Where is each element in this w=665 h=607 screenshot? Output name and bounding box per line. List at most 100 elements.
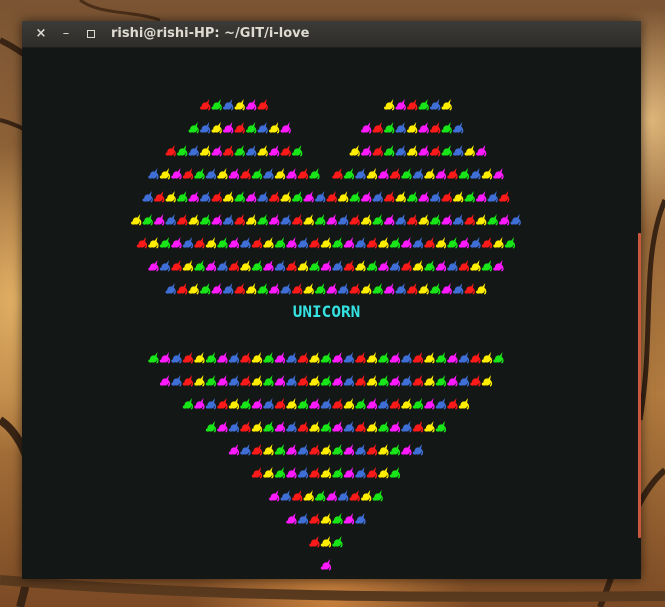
unicorn-glyph bbox=[407, 214, 418, 226]
unicorn-glyph bbox=[240, 260, 251, 272]
unicorn-glyph bbox=[159, 352, 171, 364]
close-icon[interactable]: × bbox=[33, 26, 49, 42]
unicorn-glyph bbox=[435, 398, 447, 410]
unicorn-glyph bbox=[361, 122, 372, 134]
unicorn-glyph bbox=[395, 122, 406, 134]
unicorn-glyph bbox=[378, 444, 389, 456]
unicorn-glyph bbox=[343, 444, 355, 456]
unicorn-glyph bbox=[165, 283, 176, 295]
unicorn-glyph bbox=[142, 191, 153, 203]
unicorn-glyph bbox=[447, 168, 458, 180]
unicorn-glyph bbox=[286, 513, 297, 525]
unicorn-glyph bbox=[372, 145, 383, 157]
unicorn-glyph bbox=[165, 214, 176, 226]
unicorn-glyph bbox=[246, 283, 257, 295]
unicorn-glyph bbox=[424, 421, 435, 433]
unicorn-glyph bbox=[303, 490, 314, 502]
unicorn-glyph bbox=[303, 283, 314, 295]
unicorn-glyph bbox=[361, 191, 372, 203]
unicorn-glyph bbox=[361, 214, 372, 226]
unicorn-glyph bbox=[240, 398, 251, 410]
unicorn-glyph bbox=[200, 145, 211, 157]
unicorn-glyph bbox=[493, 352, 504, 364]
unicorn-glyph bbox=[251, 467, 263, 479]
unicorn-glyph bbox=[292, 490, 303, 502]
unicorn-glyph bbox=[205, 260, 217, 272]
unicorn-glyph bbox=[320, 398, 332, 410]
unicorn-glyph bbox=[401, 237, 412, 249]
unicorn-glyph bbox=[251, 352, 263, 364]
unicorn-glyph bbox=[148, 352, 159, 364]
unicorn-glyph bbox=[320, 536, 332, 548]
unicorn-glyph bbox=[430, 283, 441, 295]
unicorn-glyph bbox=[355, 260, 366, 272]
unicorn-glyph bbox=[303, 214, 314, 226]
unicorn-glyph bbox=[372, 191, 383, 203]
unicorn-glyph bbox=[257, 283, 268, 295]
unicorn-glyph bbox=[297, 260, 309, 272]
center-word: UNICORN bbox=[292, 302, 361, 321]
unicorn-glyph bbox=[251, 168, 263, 180]
unicorn-glyph bbox=[384, 122, 395, 134]
unicorn-glyph bbox=[240, 421, 251, 433]
unicorn-glyph bbox=[326, 490, 337, 502]
unicorn-glyph bbox=[286, 352, 297, 364]
unicorn-glyph bbox=[269, 191, 280, 203]
scrollbar-track[interactable] bbox=[637, 48, 641, 579]
unicorn-glyph bbox=[372, 214, 383, 226]
unicorn-glyph bbox=[424, 398, 435, 410]
unicorn-glyph bbox=[476, 214, 487, 226]
unicorn-glyph bbox=[159, 260, 171, 272]
unicorn-glyph bbox=[200, 99, 211, 111]
unicorn-glyph bbox=[389, 168, 401, 180]
unicorn-glyph bbox=[320, 559, 332, 571]
unicorn-glyph bbox=[378, 375, 389, 387]
unicorn-glyph bbox=[223, 214, 234, 226]
unicorn-glyph bbox=[458, 398, 470, 410]
unicorn-glyph bbox=[280, 283, 291, 295]
unicorn-glyph bbox=[286, 375, 297, 387]
unicorn-glyph bbox=[378, 467, 389, 479]
unicorn-glyph bbox=[389, 421, 401, 433]
unicorn-glyph bbox=[309, 375, 320, 387]
unicorn-glyph bbox=[470, 375, 481, 387]
unicorn-glyph bbox=[343, 168, 355, 180]
unicorn-glyph bbox=[228, 444, 240, 456]
unicorn-glyph bbox=[274, 467, 286, 479]
unicorn-glyph bbox=[292, 283, 303, 295]
unicorn-glyph bbox=[240, 237, 251, 249]
unicorn-glyph bbox=[320, 237, 332, 249]
unicorn-glyph bbox=[338, 490, 349, 502]
unicorn-glyph bbox=[412, 237, 424, 249]
unicorn-glyph bbox=[389, 444, 401, 456]
unicorn-glyph bbox=[274, 260, 286, 272]
unicorn-glyph bbox=[407, 122, 418, 134]
scrollbar-thumb[interactable] bbox=[638, 233, 641, 538]
unicorn-glyph bbox=[228, 168, 240, 180]
unicorn-glyph bbox=[366, 168, 378, 180]
unicorn-glyph bbox=[263, 421, 274, 433]
unicorn-glyph bbox=[343, 421, 355, 433]
unicorn-glyph bbox=[194, 352, 205, 364]
unicorn-glyph bbox=[188, 145, 199, 157]
unicorn-glyph bbox=[499, 191, 510, 203]
unicorn-glyph bbox=[246, 145, 257, 157]
unicorn-glyph bbox=[464, 191, 475, 203]
unicorn-glyph bbox=[366, 260, 378, 272]
unicorn-glyph bbox=[251, 375, 263, 387]
unicorn-glyph bbox=[493, 260, 504, 272]
unicorn-glyph bbox=[217, 168, 228, 180]
unicorn-glyph bbox=[355, 352, 366, 364]
unicorn-glyph bbox=[435, 168, 447, 180]
maximize-icon[interactable] bbox=[83, 26, 99, 42]
unicorn-glyph bbox=[223, 145, 234, 157]
title-bar[interactable]: × – rishi@rishi-HP: ~/GIT/i-love bbox=[22, 21, 641, 48]
unicorn-glyph bbox=[257, 122, 268, 134]
terminal-output[interactable]: UNICORN bbox=[22, 48, 641, 579]
unicorn-glyph bbox=[280, 145, 291, 157]
unicorn-glyph bbox=[320, 352, 332, 364]
unicorn-glyph bbox=[366, 444, 378, 456]
minimize-icon[interactable]: – bbox=[58, 26, 74, 42]
unicorn-glyph bbox=[412, 375, 424, 387]
unicorn-glyph bbox=[297, 513, 309, 525]
